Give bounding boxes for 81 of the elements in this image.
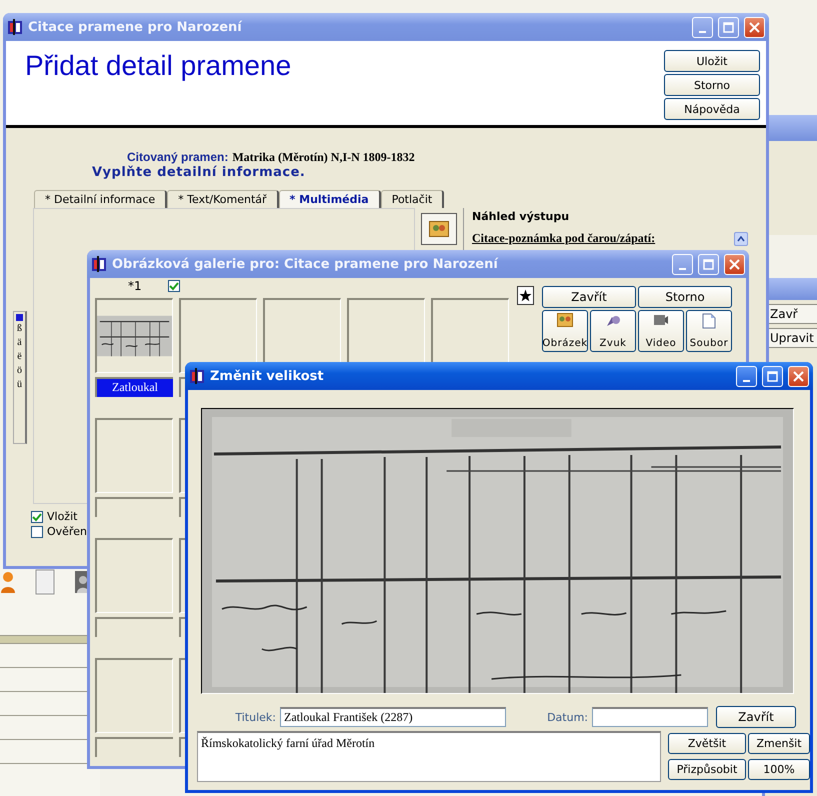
close-button[interactable]: [744, 16, 765, 38]
character-key[interactable]: ä: [17, 336, 22, 349]
app-icon: [7, 19, 23, 35]
tab[interactable]: Potlačit: [380, 190, 444, 208]
picture-button[interactable]: [421, 213, 457, 245]
media-button[interactable]: Zvuk: [590, 310, 636, 352]
field-label: Citovaný pramen:: [127, 150, 228, 164]
tab[interactable]: * Detailní informace: [34, 190, 168, 208]
cited-source: Matrika (Měrotín) N,I-N 1809-1832: [232, 150, 415, 165]
page-icon: [35, 569, 55, 595]
media-button[interactable]: Soubor: [686, 310, 732, 352]
gallery-cell[interactable]: [95, 418, 173, 493]
zoom-button[interactable]: Zvětšit: [668, 733, 746, 754]
caption-field[interactable]: Zatloukal František (2287): [280, 707, 506, 727]
field-label: Titulek:: [234, 710, 277, 724]
zoom-button[interactable]: 100%: [748, 759, 810, 780]
window-title: Změnit velikost: [210, 368, 325, 384]
character-key[interactable]: ü: [17, 378, 22, 391]
speaker-icon: [605, 313, 621, 329]
checkbox[interactable]: [31, 526, 43, 538]
photo-icon: [429, 221, 449, 237]
dialog-button[interactable]: Storno: [664, 74, 760, 96]
window-title: Obrázková galerie pro: Citace pramene pro Narození: [112, 256, 500, 272]
date-field[interactable]: [592, 707, 708, 727]
close-icon: [793, 370, 804, 382]
item-number: *1: [128, 279, 142, 293]
maximize-icon: [723, 22, 734, 32]
maximize-button[interactable]: [718, 16, 739, 38]
scroll-up-button[interactable]: [734, 232, 748, 246]
tab[interactable]: * Text/Komentář: [167, 190, 279, 208]
preview-subtitle: Citace-poznámka pod čarou/zápatí:: [472, 231, 656, 246]
zoom-button[interactable]: Přizpůsobit: [668, 759, 746, 780]
person-icon: [0, 571, 16, 593]
dialog-button[interactable]: Zavřít: [542, 286, 636, 308]
minimize-button[interactable]: [692, 16, 713, 38]
preview-title: Náhled výstupu: [472, 210, 570, 223]
minimize-button[interactable]: [736, 366, 757, 386]
gallery-cell[interactable]: [95, 538, 173, 613]
minimize-icon: [743, 380, 750, 382]
gallery-caption[interactable]: Zatloukal: [95, 377, 173, 397]
window-title: Citace pramene pro Narození: [28, 20, 244, 34]
file-icon: [702, 313, 716, 329]
media-button[interactable]: Video: [638, 310, 684, 352]
note-field[interactable]: Římskokatolický farní úřad Měrotín: [197, 731, 661, 782]
maximize-icon: [703, 258, 714, 270]
page-heading: Přidat detail pramene: [25, 50, 292, 83]
close-button[interactable]: [788, 366, 809, 386]
close-icon: [749, 22, 760, 32]
close-icon: [729, 258, 740, 270]
maximize-icon: [767, 370, 778, 382]
star-button[interactable]: [517, 286, 534, 305]
photo-icon: [557, 313, 573, 327]
character-key[interactable]: ß: [17, 322, 22, 335]
dialog-button[interactable]: Storno: [638, 286, 732, 308]
checkbox-label: Vložit: [47, 510, 78, 523]
minimize-icon: [699, 30, 706, 32]
zoom-button[interactable]: Zmenšit: [748, 733, 810, 754]
caret-icon: [737, 236, 745, 242]
dialog-button[interactable]: Nápověda: [664, 98, 760, 120]
character-key[interactable]: ë: [17, 350, 22, 363]
minimize-button[interactable]: [672, 254, 693, 274]
minimize-icon: [679, 268, 686, 270]
instruction-text: Vyplňte detailní informace.: [91, 165, 306, 180]
media-button[interactable]: Obrázek: [542, 310, 588, 352]
character-key[interactable]: ö: [17, 364, 22, 377]
gallery-cell[interactable]: [95, 298, 173, 373]
square-icon: [16, 314, 23, 321]
maximize-button[interactable]: [762, 366, 783, 386]
camera-icon: [653, 313, 669, 327]
close-dialog-button[interactable]: Zavřít: [716, 706, 796, 728]
dialog-button[interactable]: Uložit: [664, 50, 760, 72]
field-label: Datum:: [546, 710, 589, 724]
app-icon: [189, 368, 205, 384]
checkbox[interactable]: [168, 280, 180, 292]
gallery-cell[interactable]: [95, 658, 173, 733]
tab[interactable]: * Multimédia: [278, 190, 381, 208]
app-icon: [91, 256, 107, 272]
maximize-button[interactable]: [698, 254, 719, 274]
checkbox[interactable]: [31, 510, 43, 522]
close-button[interactable]: [724, 254, 745, 274]
checkbox-label: Ověřen: [47, 525, 87, 538]
